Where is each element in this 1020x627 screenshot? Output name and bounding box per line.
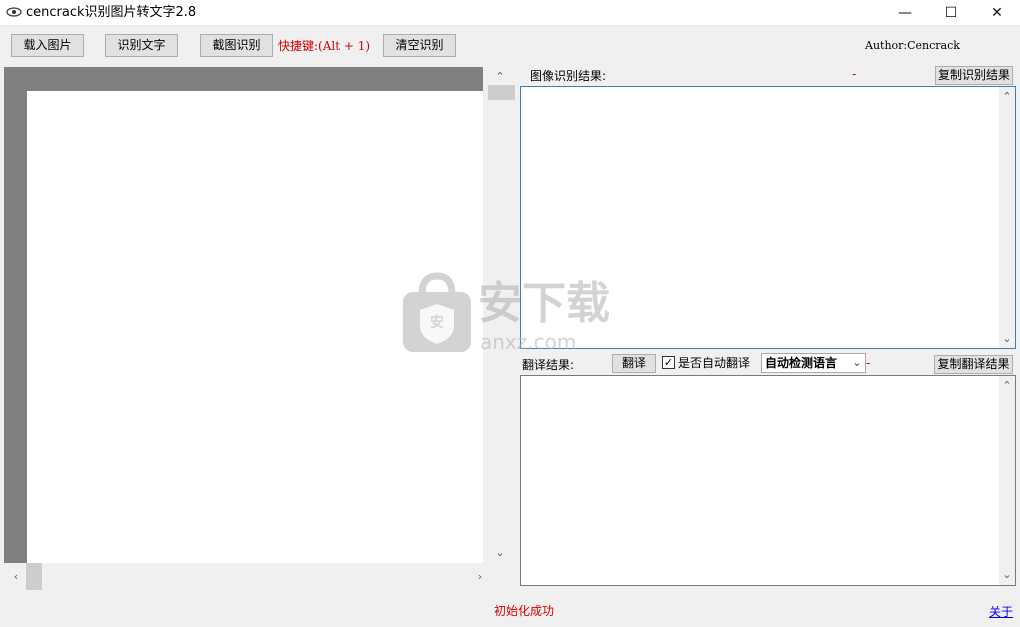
- minimize-icon: —: [898, 5, 912, 21]
- scroll-right-icon[interactable]: ›: [473, 570, 487, 584]
- translate-dash: -: [866, 356, 871, 370]
- watermark-domain: anxz.com: [480, 330, 577, 354]
- copy-ocr-button[interactable]: 复制识别结果: [935, 66, 1013, 85]
- image-vertical-scroll-thumb[interactable]: [488, 85, 515, 100]
- recognize-text-button[interactable]: 识别文字: [105, 34, 178, 57]
- hotkey-label: 快捷键:(Alt + 1): [278, 39, 371, 53]
- translation-result-textarea[interactable]: [520, 375, 1016, 586]
- translation-scroll-down-icon[interactable]: ⌄: [1000, 568, 1014, 582]
- ocr-result-label: 图像识别结果:: [530, 69, 607, 83]
- ocr-scrollbar[interactable]: [999, 87, 1015, 348]
- watermark-title: 安下载: [478, 278, 610, 329]
- author-label: Author:Cencrack: [865, 39, 960, 52]
- screenshot-recognize-button[interactable]: 截图识别: [200, 34, 273, 57]
- ocr-scroll-up-icon[interactable]: ⌃: [1000, 90, 1014, 104]
- chevron-down-icon: ⌄: [852, 356, 862, 369]
- check-icon: ✓: [663, 356, 674, 369]
- eye-icon: [5, 5, 23, 19]
- image-horizontal-scroll-thumb[interactable]: [26, 563, 42, 590]
- about-link[interactable]: 关于: [989, 604, 1013, 620]
- clear-button[interactable]: 清空识别: [383, 34, 456, 57]
- maximize-button[interactable]: ☐: [928, 0, 974, 26]
- copy-translation-button[interactable]: 复制翻译结果: [934, 355, 1013, 374]
- watermark-badge: 安: [430, 315, 444, 331]
- auto-translate-label: 是否自动翻译: [678, 356, 751, 370]
- image-horizontal-scrollbar[interactable]: [4, 563, 486, 591]
- scroll-up-icon[interactable]: ⌃: [493, 70, 507, 84]
- scroll-left-icon[interactable]: ‹: [9, 570, 23, 584]
- load-image-button[interactable]: 载入图片: [11, 34, 84, 57]
- scroll-down-icon[interactable]: ⌄: [493, 546, 507, 560]
- close-icon: ✕: [991, 5, 1003, 21]
- auto-translate-checkbox[interactable]: ✓: [662, 356, 675, 369]
- ocr-dash: -: [852, 67, 857, 81]
- translation-scrollbar[interactable]: [999, 376, 1015, 585]
- maximize-icon: ☐: [944, 5, 958, 21]
- watermark: 安 安下载 anxz.com: [400, 270, 630, 360]
- close-button[interactable]: ✕: [974, 0, 1020, 26]
- window-title: cencrack识别图片转文字2.8: [26, 5, 197, 20]
- ocr-scroll-down-icon[interactable]: ⌄: [1000, 332, 1014, 346]
- minimize-button[interactable]: —: [882, 0, 928, 26]
- status-message: 初始化成功: [494, 604, 555, 618]
- translation-scroll-up-icon[interactable]: ⌃: [1000, 379, 1014, 393]
